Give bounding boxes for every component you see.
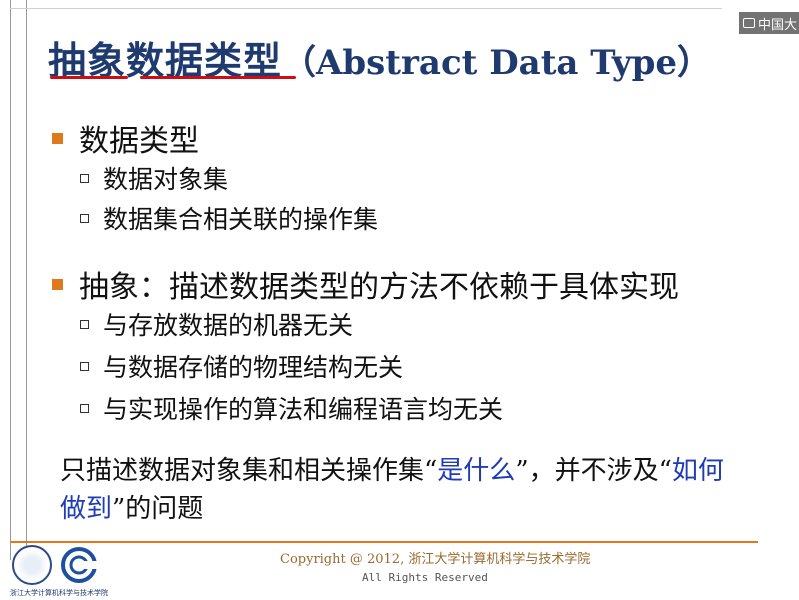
zju-logo [12, 545, 52, 585]
slide-title: 抽象数据类型 （Abstract Data Type） [48, 30, 748, 83]
watermark: 中国大 [739, 12, 799, 34]
hollow-square-bullet-icon [80, 173, 89, 183]
hollow-square-bullet-icon [80, 403, 89, 413]
hollow-square-bullet-icon [80, 361, 89, 371]
section-heading-text: 数据类型 [79, 124, 199, 159]
list-item: 与实现操作的算法和编程语言均无关 [80, 390, 503, 426]
title-underline-2 [140, 76, 296, 79]
square-bullet-icon [52, 278, 63, 290]
section-heading-2: 抽象：描述数据类型的方法不依赖于具体实现 [52, 262, 679, 306]
section-heading-1: 数据类型 [52, 116, 199, 160]
list-item-text: 与实现操作的算法和编程语言均无关 [103, 395, 504, 424]
logo-caption: 浙江大学计算机科学与技术学院 [10, 589, 108, 597]
list-item-text: 数据对象集 [103, 165, 229, 194]
summary-paragraph: 只描述数据对象集和相关操作集“是什么”，并不涉及“如何做到”的问题 [60, 452, 740, 528]
list-item: 与数据存储的物理结构无关 [80, 348, 403, 384]
summary-text-3: ”的问题 [112, 494, 204, 524]
list-item-text: 数据集合相关联的操作集 [103, 205, 379, 234]
summary-text-1: 只描述数据对象集和相关操作集“ [60, 456, 438, 486]
rights-text: All Rights Reserved [362, 571, 488, 584]
slide-top-rule [10, 8, 722, 9]
footer-rule [10, 541, 758, 543]
cs-college-logo [61, 547, 98, 583]
summary-text-2: ”，并不涉及“ [515, 456, 672, 486]
list-item: 与存放数据的机器无关 [80, 306, 353, 342]
title-underline-1 [50, 76, 128, 79]
summary-highlight-what: 是什么 [437, 456, 516, 486]
square-bullet-icon [52, 132, 63, 144]
list-item-text: 与存放数据的机器无关 [103, 311, 354, 340]
video-icon [743, 18, 755, 28]
watermark-text: 中国大 [758, 17, 798, 33]
copyright-text: Copyright @ 2012, 浙江大学计算机科学与技术学院 [280, 552, 591, 567]
title-english: （Abstract Data Type） [282, 43, 712, 83]
section-heading-text: 抽象：描述数据类型的方法不依赖于具体实现 [79, 270, 679, 305]
hollow-square-bullet-icon [80, 319, 89, 329]
list-item-text: 与数据存储的物理结构无关 [103, 353, 404, 382]
list-item: 数据对象集 [80, 160, 228, 196]
slide-left-border [10, 0, 27, 560]
hollow-square-bullet-icon [80, 213, 89, 223]
list-item: 数据集合相关联的操作集 [80, 200, 378, 236]
